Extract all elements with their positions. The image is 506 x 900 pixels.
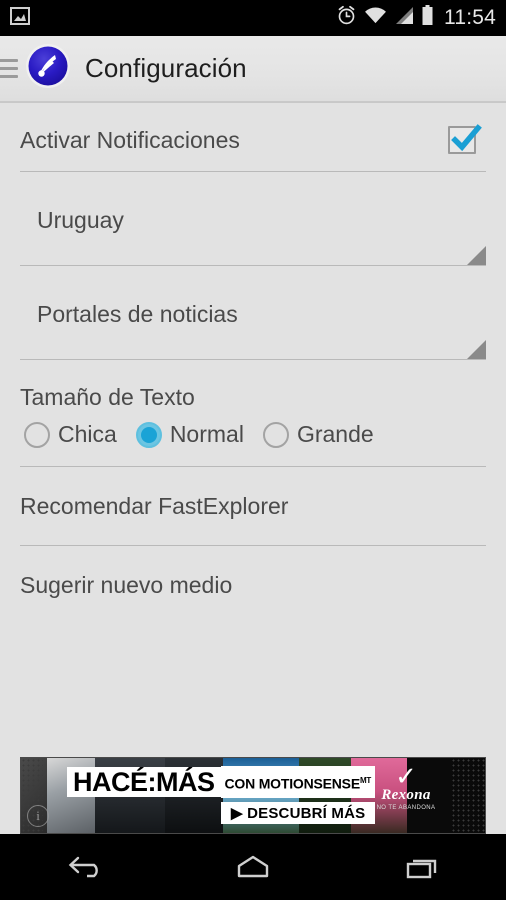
ad-dot-pattern-right (451, 758, 485, 833)
cellular-signal-icon (394, 6, 414, 30)
alarm-clock-icon (336, 5, 357, 31)
radio-chica[interactable] (24, 421, 50, 448)
recents-button[interactable] (367, 852, 477, 882)
category-spinner-value: Portales de noticias (37, 301, 238, 327)
checkmark-icon (451, 124, 482, 152)
radio-label-normal: Normal (169, 421, 244, 447)
ad-headline-group: HACÉ:MÁS CON MOTIONSENSEMT (67, 765, 376, 799)
spinner-underline (20, 359, 486, 360)
radio-ring (24, 421, 50, 448)
wifi-icon (364, 6, 387, 30)
status-bar-notifications (0, 5, 336, 32)
battery-icon (421, 5, 434, 31)
back-button[interactable] (29, 852, 139, 882)
country-spinner[interactable]: Uruguay (20, 194, 486, 266)
divider (20, 171, 486, 172)
radio-label-chica: Chica (58, 421, 117, 447)
status-bar-clock: 11:54 (444, 6, 496, 29)
settings-list: Activar Notificaciones Uruguay Portales … (0, 103, 506, 757)
radio-option-chica[interactable]: Chica (24, 421, 117, 448)
notifications-label: Activar Notificaciones (20, 126, 240, 153)
ad-brand-name: Rexona (381, 787, 431, 803)
radio-option-grande[interactable]: Grande (262, 421, 374, 448)
back-arrow-icon (69, 856, 99, 878)
spinner-underline (20, 265, 486, 266)
radio-selected-dot (140, 426, 157, 443)
page-title: Configuración (85, 53, 247, 83)
ad-subheadline: CON MOTIONSENSEMT (220, 765, 376, 799)
setting-row-notifications[interactable]: Activar Notificaciones (20, 103, 486, 171)
recent-apps-icon (406, 859, 436, 879)
image-notification-icon (9, 5, 31, 32)
notifications-checkbox[interactable] (446, 123, 482, 157)
fastexplorer-app-logo (25, 43, 71, 94)
menu-item-recommend[interactable]: Recomendar FastExplorer (20, 467, 486, 545)
home-button[interactable] (198, 852, 308, 882)
ad-choices-info-icon[interactable]: i (27, 805, 49, 827)
radio-option-normal[interactable]: Normal (135, 421, 244, 448)
menu-item-suggest[interactable]: Sugerir nuevo medio (20, 546, 486, 624)
ad-headline: HACÉ:MÁS (67, 767, 221, 797)
radio-normal[interactable] (135, 421, 162, 448)
ad-banner[interactable]: HACÉ:MÁS CON MOTIONSENSEMT ▶ DESCUBRÍ MÁ… (20, 757, 486, 834)
spinner-dropdown-arrow (467, 246, 486, 265)
radio-ring (262, 421, 289, 448)
action-bar: Configuración (0, 36, 506, 106)
ad-brand-logo: ✓ Rexona NO TE ABANDONA (367, 761, 445, 811)
radio-grande[interactable] (262, 421, 289, 448)
status-bar-system-icons: 11:54 (336, 5, 506, 31)
hamburger-menu-icon[interactable] (0, 59, 18, 78)
navigation-bar (0, 834, 506, 900)
android-screen: 11:54 Configuración Activar Notificacion… (0, 0, 506, 900)
ad-brand-tagline: NO TE ABANDONA (376, 805, 436, 811)
radio-label-grande: Grande (296, 421, 374, 447)
ad-cta-button[interactable]: ▶ DESCUBRÍ MÁS (221, 802, 376, 824)
country-spinner-value: Uruguay (37, 207, 124, 233)
text-size-title: Tamaño de Texto (20, 384, 195, 410)
rexona-check-icon: ✓ (395, 761, 417, 791)
spinner-dropdown-arrow (467, 340, 486, 359)
home-icon (237, 855, 269, 878)
menu-item-label: Recomendar FastExplorer (20, 492, 289, 519)
text-size-radio-group: Chica Normal Grande (20, 421, 486, 448)
menu-item-label: Sugerir nuevo medio (20, 571, 233, 598)
status-bar: 11:54 (0, 0, 506, 36)
category-spinner[interactable]: Portales de noticias (20, 288, 486, 360)
